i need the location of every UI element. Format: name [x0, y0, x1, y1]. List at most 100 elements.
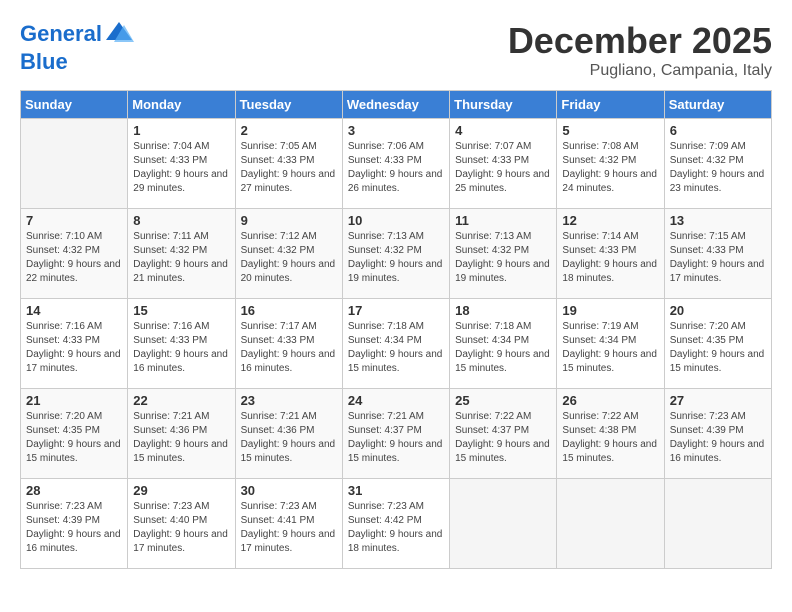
sunrise: Sunrise: 7:14 AM	[562, 231, 638, 242]
sunrise: Sunrise: 7:19 AM	[562, 321, 638, 332]
daylight: Daylight: 9 hours and 23 minutes.	[670, 169, 765, 194]
sunset: Sunset: 4:39 PM	[26, 515, 100, 526]
day-info: Sunrise: 7:22 AMSunset: 4:38 PMDaylight:…	[562, 410, 658, 466]
calendar-cell: 12Sunrise: 7:14 AMSunset: 4:33 PMDayligh…	[557, 209, 664, 299]
day-info: Sunrise: 7:14 AMSunset: 4:33 PMDaylight:…	[562, 230, 658, 286]
day-info: Sunrise: 7:09 AMSunset: 4:32 PMDaylight:…	[670, 140, 766, 196]
calendar-week-4: 21Sunrise: 7:20 AMSunset: 4:35 PMDayligh…	[21, 389, 772, 479]
calendar-cell	[664, 479, 771, 569]
calendar-cell: 9Sunrise: 7:12 AMSunset: 4:32 PMDaylight…	[235, 209, 342, 299]
sunrise: Sunrise: 7:22 AM	[562, 411, 638, 422]
calendar-cell: 18 Sunrise: 7:18 AMSunset: 4:34 PMDayligh…	[450, 299, 557, 389]
sunset: Sunset: 4:35 PM	[670, 335, 744, 346]
day-number: 24	[348, 393, 444, 408]
daylight: Daylight: 9 hours and 16 minutes.	[241, 349, 336, 374]
sunset: Sunset: 4:33 PM	[562, 245, 636, 256]
sunset: Sunset: 4:32 PM	[26, 245, 100, 256]
day-number: 7	[26, 213, 122, 228]
day-info: Sunrise: 7:12 AMSunset: 4:32 PMDaylight:…	[241, 230, 337, 286]
sunrise: Sunrise: 7:20 AM	[26, 411, 102, 422]
sunrise: Sunrise: 7:21 AM	[241, 411, 317, 422]
day-info: Sunrise: 7:22 AM Sunset: 4:37 PM Daylight:…	[455, 410, 551, 466]
sunset: Sunset: 4:32 PM	[670, 155, 744, 166]
day-info: Sunrise: 7:16 AMSunset: 4:33 PMDaylight:…	[26, 320, 122, 376]
daylight: Daylight: 9 hours and 19 minutes.	[455, 259, 550, 284]
sunset: Sunset: 4:35 PM	[26, 425, 100, 436]
month-title: December 2025	[508, 20, 772, 62]
daylight: Daylight: 9 hours and 22 minutes.	[26, 259, 121, 284]
day-info: Sunrise: 7:16 AMSunset: 4:33 PMDaylight:…	[133, 320, 229, 376]
day-info: Sunrise: 7:23 AMSunset: 4:40 PMDaylight:…	[133, 500, 229, 556]
calendar-cell: 15Sunrise: 7:16 AMSunset: 4:33 PMDayligh…	[128, 299, 235, 389]
daylight: Daylight: 9 hours and 16 minutes.	[670, 439, 765, 464]
day-number: 4	[455, 123, 551, 138]
calendar-cell: 22 Sunrise: 7:21 AMSunset: 4:36 PMDayligh…	[128, 389, 235, 479]
calendar-cell: 10Sunrise: 7:13 AMSunset: 4:32 PMDayligh…	[342, 209, 449, 299]
sunset: Sunset: 4:37 PM	[455, 425, 529, 436]
sunset: Sunset: 4:36 PM	[133, 425, 207, 436]
sunrise: Sunrise: 7:13 AM	[348, 231, 424, 242]
page-header: General Blue December 2025 Pugliano, Cam…	[20, 20, 772, 80]
day-number: 20	[670, 303, 766, 318]
calendar-cell: 3Sunrise: 7:06 AMSunset: 4:33 PMDaylight…	[342, 119, 449, 209]
daylight: Daylight: 9 hours and 15 minutes.	[133, 439, 228, 464]
calendar-cell: 23Sunrise: 7:21 AMSunset: 4:36 PMDayligh…	[235, 389, 342, 479]
sunrise: Sunrise: 7:18 AM	[348, 321, 424, 332]
location: Pugliano, Campania, Italy	[508, 62, 772, 80]
daylight: Daylight: 9 hours and 24 minutes.	[562, 169, 657, 194]
sunset: Sunset: 4:34 PM	[348, 335, 422, 346]
sunset: Sunset: 4:33 PM	[133, 155, 207, 166]
daylight: Daylight: 9 hours and 17 minutes.	[133, 529, 228, 554]
day-number: 13	[670, 213, 766, 228]
day-info: Sunrise: 7:04 AMSunset: 4:33 PMDaylight:…	[133, 140, 229, 196]
day-number: 14	[26, 303, 122, 318]
day-number: 11	[455, 213, 551, 228]
daylight: Daylight: 9 hours and 17 minutes.	[241, 529, 336, 554]
calendar-week-3: 14 Sunrise: 7:16 AMSunset: 4:33 PMDayligh…	[21, 299, 772, 389]
daylight: Daylight: 9 hours and 18 minutes.	[348, 529, 443, 554]
calendar-cell: 6Sunrise: 7:09 AMSunset: 4:32 PMDaylight…	[664, 119, 771, 209]
calendar-cell: 20Sunrise: 7:20 AMSunset: 4:35 PMDayligh…	[664, 299, 771, 389]
sunrise: Sunrise: 7:15 AM	[670, 231, 746, 242]
day-number: 23	[241, 393, 337, 408]
day-number: 22	[133, 393, 229, 408]
sunrise: Sunrise: 7:20 AM	[670, 321, 746, 332]
day-info: Sunrise: 7:20 AMSunset: 4:35 PMDaylight:…	[670, 320, 766, 376]
sunset: Sunset: 4:36 PM	[241, 425, 315, 436]
logo-line2: Blue	[20, 50, 134, 74]
day-number: 18	[455, 303, 551, 318]
sunrise: Sunrise: 7:06 AM	[348, 141, 424, 152]
day-info: Sunrise: 7:23 AMSunset: 4:39 PMDaylight:…	[670, 410, 766, 466]
sunrise: Sunrise: 7:23 AM	[133, 501, 209, 512]
calendar-cell: 31 Sunrise: 7:23 AMSunset: 4:42 PMDayligh…	[342, 479, 449, 569]
sunrise: Sunrise: 7:16 AM	[133, 321, 209, 332]
weekday-header-tuesday: Tuesday	[235, 91, 342, 119]
weekday-header-thursday: Thursday	[450, 91, 557, 119]
logo: General Blue	[20, 20, 134, 74]
sunrise: Sunrise: 7:22 AM	[455, 411, 531, 422]
calendar-cell	[450, 479, 557, 569]
day-number: 19	[562, 303, 658, 318]
sunrise: Sunrise: 7:04 AM	[133, 141, 209, 152]
day-number: 31	[348, 483, 444, 498]
calendar-cell: 29Sunrise: 7:23 AMSunset: 4:40 PMDayligh…	[128, 479, 235, 569]
daylight: Daylight: 9 hours and 15 minutes.	[455, 349, 550, 374]
day-info: Sunrise: 7:18 AMSunset: 4:34 PMDaylight:…	[455, 320, 551, 376]
day-number: 25	[455, 393, 551, 408]
sunrise: Sunrise: 7:23 AM	[348, 501, 424, 512]
day-number: 27	[670, 393, 766, 408]
calendar-cell	[21, 119, 128, 209]
day-info: Sunrise: 7:23 AMSunset: 4:42 PMDaylight:…	[348, 500, 444, 556]
day-number: 16	[241, 303, 337, 318]
day-info: Sunrise: 7:21 AMSunset: 4:36 PMDaylight:…	[133, 410, 229, 466]
daylight: Daylight: 9 hours and 26 minutes.	[348, 169, 443, 194]
calendar-cell: 30Sunrise: 7:23 AMSunset: 4:41 PMDayligh…	[235, 479, 342, 569]
weekday-header-monday: Monday	[128, 91, 235, 119]
calendar-week-5: 28Sunrise: 7:23 AMSunset: 4:39 PMDayligh…	[21, 479, 772, 569]
daylight: Daylight: 9 hours and 15 minutes.	[455, 439, 550, 464]
weekday-header-saturday: Saturday	[664, 91, 771, 119]
calendar-cell: 8Sunrise: 7:11 AMSunset: 4:32 PMDaylight…	[128, 209, 235, 299]
sunrise: Sunrise: 7:21 AM	[348, 411, 424, 422]
calendar-cell: 19Sunrise: 7:19 AMSunset: 4:34 PMDayligh…	[557, 299, 664, 389]
day-number: 17	[348, 303, 444, 318]
